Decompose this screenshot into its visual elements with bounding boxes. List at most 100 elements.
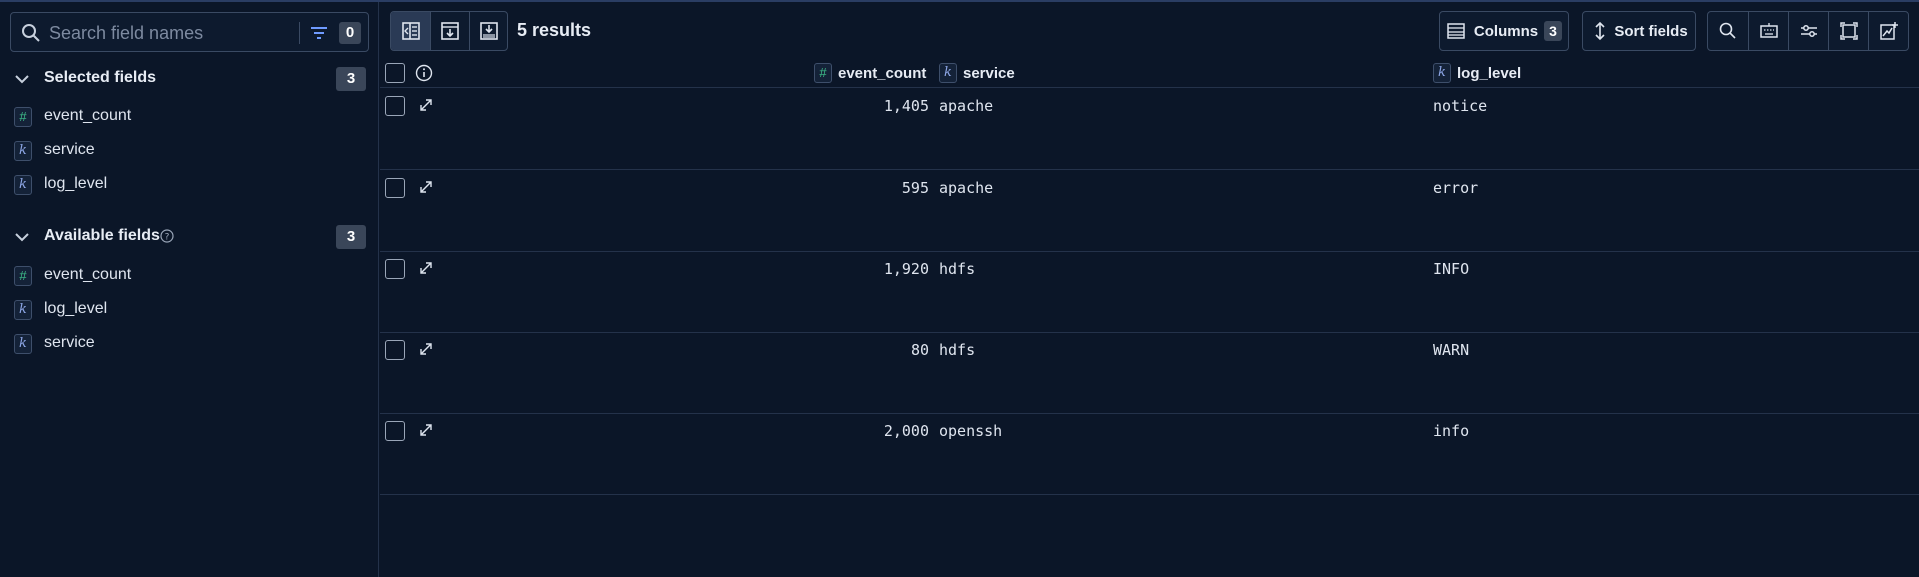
columns-label: Columns: [1473, 22, 1539, 40]
keyboard-icon: [1759, 23, 1778, 38]
column-header-log-level[interactable]: k log_level: [1433, 63, 1521, 83]
row-checkbox[interactable]: [385, 421, 405, 441]
row-checkbox[interactable]: [385, 340, 405, 360]
search-divider: [299, 22, 300, 44]
table-row[interactable]: 595 apache error: [380, 171, 1919, 252]
available-fields-title: Available fields: [44, 227, 160, 244]
view-mode-group: [390, 11, 508, 51]
table-row[interactable]: 80 hdfs WARN: [380, 333, 1919, 414]
field-label: service: [44, 141, 95, 158]
inspect-icon: [1719, 22, 1736, 39]
cell-log-level: WARN: [1433, 341, 1470, 359]
field-sidebar: 0 Selected fields 3 # event_count k serv…: [0, 2, 379, 577]
cell-service: hdfs: [939, 341, 976, 359]
columns-count: 3: [1544, 21, 1563, 41]
save-view-button[interactable]: [430, 12, 469, 50]
available-field-log-level[interactable]: k log_level: [14, 298, 354, 322]
columns-button-inner[interactable]: Columns 3: [1440, 12, 1568, 50]
keyword-type-icon: k: [14, 141, 32, 161]
available-fields-header[interactable]: Available fields ? 3: [14, 223, 366, 251]
field-label: event_count: [44, 266, 132, 283]
selected-field-event-count[interactable]: # event_count: [14, 105, 354, 129]
keyword-type-icon: k: [14, 175, 32, 195]
selected-field-service[interactable]: k service: [14, 139, 354, 163]
field-search-box: 0: [10, 12, 369, 52]
filter-count-badge: 0: [339, 22, 361, 44]
expand-icon[interactable]: [418, 179, 434, 195]
column-name: service: [963, 64, 1015, 82]
filter-icon[interactable]: [309, 23, 329, 43]
cell-service: apache: [939, 97, 994, 115]
cell-service: openssh: [939, 422, 1003, 440]
selected-fields-title: Selected fields: [44, 69, 157, 86]
grid-header: # event_count k service k log_level: [380, 58, 1919, 88]
expand-icon[interactable]: [418, 260, 434, 276]
select-all-checkbox[interactable]: [385, 63, 405, 83]
sort-fields-inner[interactable]: Sort fields: [1583, 12, 1695, 50]
expand-icon[interactable]: [418, 422, 434, 438]
expand-icon[interactable]: [418, 341, 434, 357]
cell-event-count: 595: [901, 179, 929, 197]
cell-event-count: 2,000: [883, 422, 929, 440]
sort-icon: [1595, 21, 1605, 41]
download-icon: [479, 22, 498, 40]
field-label: log_level: [44, 175, 108, 192]
cell-event-count: 1,920: [883, 260, 929, 278]
table-row[interactable]: 2,000 openssh info: [380, 414, 1919, 495]
chevron-down-icon: [15, 233, 29, 242]
fullscreen-icon: [1839, 22, 1858, 40]
cell-log-level: INFO: [1433, 260, 1470, 278]
cell-event-count: 1,405: [883, 97, 929, 115]
column-header-event-count[interactable]: # event_count: [814, 63, 926, 83]
table-row[interactable]: 1,920 hdfs INFO: [380, 252, 1919, 333]
inspect-button[interactable]: [1708, 12, 1748, 50]
cell-log-level: notice: [1433, 97, 1488, 115]
cell-service: apache: [939, 179, 994, 197]
document-view-button[interactable]: [391, 12, 430, 50]
keyword-type-icon: k: [939, 63, 957, 83]
row-checkbox[interactable]: [385, 178, 405, 198]
fullscreen-button[interactable]: [1828, 12, 1868, 50]
row-checkbox[interactable]: [385, 259, 405, 279]
expand-icon[interactable]: [418, 97, 434, 113]
available-field-service[interactable]: k service: [14, 332, 354, 356]
search-input[interactable]: [49, 21, 299, 45]
row-checkbox[interactable]: [385, 96, 405, 116]
chevron-down-icon: [15, 75, 29, 84]
column-name: log_level: [1457, 64, 1522, 82]
table-row[interactable]: 1,405 apache notice: [380, 89, 1919, 170]
field-label: event_count: [44, 107, 132, 124]
search-icon: [22, 24, 40, 42]
keyword-type-icon: k: [1433, 63, 1451, 83]
settings-icon: [1800, 25, 1817, 37]
add-to-chart-button[interactable]: [1868, 12, 1908, 50]
svg-text:?: ?: [165, 233, 170, 243]
number-type-icon: #: [14, 266, 32, 286]
selected-fields-header[interactable]: Selected fields 3: [14, 65, 366, 93]
download-button[interactable]: [469, 12, 507, 50]
info-icon[interactable]: [415, 64, 433, 82]
main-panel: 5 results Columns 3 Sort fields # event_…: [380, 2, 1919, 577]
sort-fields-label: Sort fields: [1614, 22, 1688, 40]
field-label: log_level: [44, 300, 108, 317]
column-header-service[interactable]: k service: [939, 63, 1015, 83]
chart-icon: [1879, 22, 1898, 40]
help-icon[interactable]: ?: [160, 229, 174, 243]
cell-event-count: 80: [910, 341, 929, 359]
display-settings-button[interactable]: [1788, 12, 1828, 50]
document-view-icon: [401, 22, 420, 40]
cell-service: hdfs: [939, 260, 976, 278]
sort-fields-button[interactable]: Sort fields: [1582, 11, 1696, 51]
keyword-type-icon: k: [14, 334, 32, 354]
cell-log-level: info: [1433, 422, 1470, 440]
column-name: event_count: [838, 64, 927, 82]
selected-fields-count: 3: [336, 67, 366, 91]
available-fields-count: 3: [336, 225, 366, 249]
grid-tools-group: [1707, 11, 1909, 51]
cell-log-level: error: [1433, 179, 1479, 197]
results-count: 5 results: [517, 20, 592, 40]
selected-field-log-level[interactable]: k log_level: [14, 173, 354, 197]
available-field-event-count[interactable]: # event_count: [14, 264, 354, 288]
keyboard-shortcuts-button[interactable]: [1748, 12, 1788, 50]
columns-button[interactable]: Columns 3: [1439, 11, 1569, 51]
